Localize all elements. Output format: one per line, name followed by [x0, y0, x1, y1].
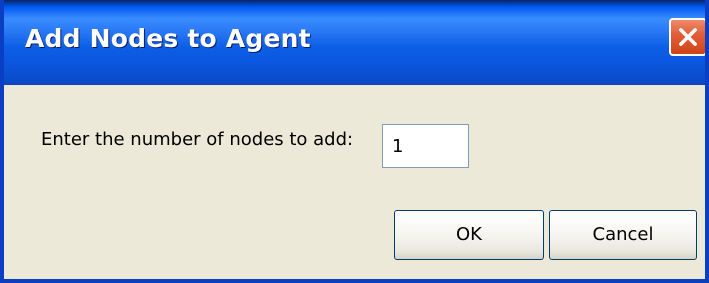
- close-icon: [679, 28, 697, 46]
- node-count-input[interactable]: [382, 124, 469, 168]
- title-bar[interactable]: Add Nodes to Agent: [4, 0, 705, 85]
- close-button[interactable]: [669, 18, 705, 56]
- node-count-label: Enter the number of nodes to add:: [41, 129, 354, 150]
- cancel-button[interactable]: Cancel: [549, 210, 697, 260]
- add-nodes-dialog: Add Nodes to Agent Enter the number of n…: [0, 0, 709, 283]
- ok-button[interactable]: OK: [394, 210, 544, 260]
- dialog-title: Add Nodes to Agent: [25, 24, 311, 53]
